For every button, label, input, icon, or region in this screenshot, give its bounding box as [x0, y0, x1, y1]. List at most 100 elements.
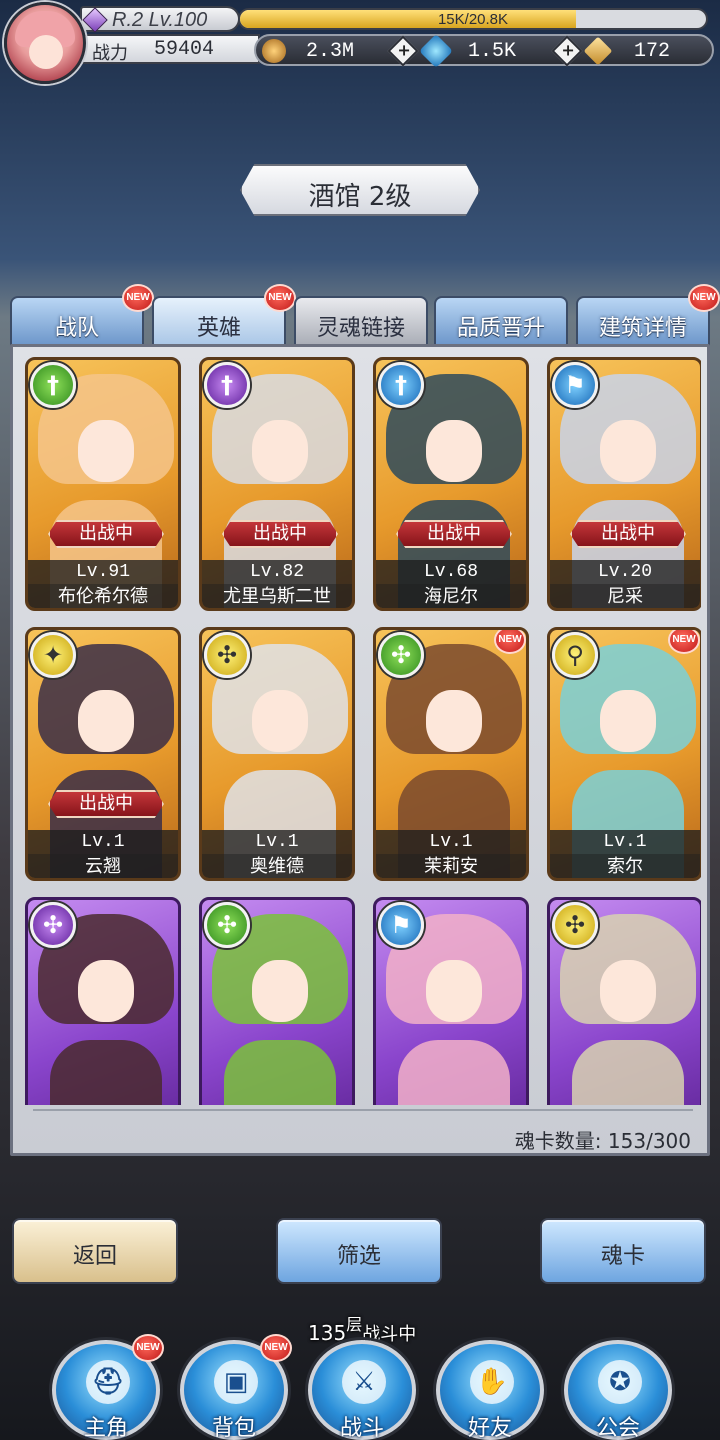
hero-portrait-face	[600, 690, 656, 752]
hero-portrait-face	[426, 420, 482, 482]
floor-unit: 层	[346, 1315, 363, 1334]
nav-label: 背包	[211, 1416, 256, 1440]
new-badge: NEW	[494, 630, 526, 654]
hero-card[interactable]: ✣	[547, 897, 701, 1105]
guild-crest-icon: ✪	[598, 1360, 642, 1404]
hero-portrait-face	[252, 690, 308, 752]
hero-portrait-body	[398, 1040, 510, 1105]
player-avatar[interactable]	[4, 2, 86, 84]
hero-card[interactable]: ✣ NEW Lv.1 茉莉安	[373, 627, 529, 881]
nav-label: 主角	[83, 1416, 128, 1440]
deployed-status: 出战中	[570, 520, 686, 548]
hero-level: Lv.82	[202, 560, 352, 584]
nav-guild[interactable]: ✪ 公会	[564, 1340, 672, 1440]
nav-friends[interactable]: ✋ 好友	[436, 1340, 544, 1440]
sword-icon: †	[378, 362, 424, 408]
hero-card[interactable]: ✦ 出战中 Lv.1 云翘	[25, 627, 181, 881]
shuriken-icon: ✣	[204, 902, 250, 948]
hero-portrait-face	[78, 420, 134, 482]
currency-gem: 1.5K	[419, 34, 544, 68]
hero-level: Lv.91	[28, 560, 178, 584]
add-gold-button[interactable]: +	[387, 35, 419, 67]
sword-icon: †	[204, 362, 250, 408]
nav-battle[interactable]: ⚔ 战斗	[308, 1340, 416, 1440]
tab-label: 灵魂链接	[316, 316, 405, 341]
hero-name: 尤里乌斯二世	[202, 584, 352, 608]
exp-bar: 15K/20.8K	[238, 8, 708, 30]
shuriken-icon: ✣	[378, 632, 424, 678]
gem-icon	[419, 34, 453, 68]
backpack-icon: ▣	[214, 1360, 258, 1404]
hero-card[interactable]: ✣	[25, 897, 181, 1105]
shuriken-icon: ✣	[30, 902, 76, 948]
hero-card[interactable]: ✣ Lv.1 奥维德	[199, 627, 355, 881]
tab-soul-link[interactable]: 灵魂链接	[294, 296, 428, 346]
hero-level: Lv.68	[376, 560, 526, 584]
hero-card[interactable]: ✣	[199, 897, 355, 1105]
new-badge: NEW	[688, 284, 720, 312]
rank-level: R.2 Lv.100	[80, 6, 240, 33]
power-display: 战力 59404	[80, 34, 260, 64]
hero-card[interactable]: † 出战中 Lv.82 尤里乌斯二世	[199, 357, 355, 611]
rank-gem-icon	[82, 7, 108, 33]
back-button[interactable]: 返回	[12, 1218, 178, 1284]
flag-icon: ⚑	[552, 362, 598, 408]
hero-card[interactable]: ⚑ 出战中 Lv.20 尼采	[547, 357, 701, 611]
nav-label: 战斗	[339, 1416, 384, 1440]
hero-portrait-face	[426, 690, 482, 752]
banner-title: 酒馆 2级	[308, 182, 412, 212]
hero-name: 奥维德	[202, 854, 352, 878]
hero-panel: † 出战中 Lv.91 布伦希尔德 † 出战中 Lv.82 尤里乌斯二世 † 出战中 Lv.68 海尼…	[10, 344, 710, 1156]
filter-button[interactable]: 筛选	[276, 1218, 442, 1284]
hero-card[interactable]: † 出战中 Lv.68 海尼尔	[373, 357, 529, 611]
wings-icon: ✦	[30, 632, 76, 678]
hero-portrait-face	[78, 960, 134, 1022]
gem-value: 1.5K	[468, 40, 517, 63]
gold-coin-icon	[262, 39, 286, 63]
soul-card-button-label: 魂卡	[600, 1244, 645, 1269]
new-badge: NEW	[122, 284, 154, 312]
deployed-status: 出战中	[222, 520, 338, 548]
crystal-value: 172	[634, 40, 671, 63]
flag-icon: ⚑	[378, 902, 424, 948]
shuriken-icon: ✣	[552, 902, 598, 948]
currency-gold: 2.3M	[262, 38, 382, 64]
sword-icon: †	[30, 362, 76, 408]
hero-card[interactable]: † 出战中 Lv.91 布伦希尔德	[25, 357, 181, 611]
tab-quality-upgrade[interactable]: 品质晋升	[434, 296, 568, 346]
new-badge: NEW	[132, 1334, 164, 1362]
currency-bar: 2.3M + 1.5K + 172	[254, 34, 714, 68]
rank-text: R.2 Lv.100	[112, 9, 208, 31]
deployed-status: 出战中	[48, 520, 164, 548]
soul-card-count: 魂卡数量: 153/300	[514, 1129, 691, 1153]
hero-card[interactable]: ⚑	[373, 897, 529, 1105]
crystal-icon	[583, 36, 613, 66]
new-badge: NEW	[260, 1334, 292, 1362]
hero-level: Lv.1	[202, 830, 352, 854]
nav-label: 公会	[595, 1416, 640, 1440]
hero-level: Lv.1	[28, 830, 178, 854]
avatar-face	[29, 35, 63, 69]
hero-level: Lv.1	[376, 830, 526, 854]
hero-portrait-face	[600, 960, 656, 1022]
power-label: 战力	[92, 43, 128, 64]
filter-button-label: 筛选	[336, 1244, 381, 1269]
hero-card[interactable]: ⚲ NEW Lv.1 索尔	[547, 627, 701, 881]
hero-card-grid[interactable]: † 出战中 Lv.91 布伦希尔德 † 出战中 Lv.82 尤里乌斯二世 † 出战中 Lv.68 海尼…	[25, 357, 701, 1105]
panel-divider	[33, 1109, 693, 1111]
hero-name: 海尼尔	[376, 584, 526, 608]
add-gem-button[interactable]: +	[551, 35, 583, 67]
hero-name: 布伦希尔德	[28, 584, 178, 608]
soul-card-button[interactable]: 魂卡	[540, 1218, 706, 1284]
deployed-status: 出战中	[396, 520, 512, 548]
hero-name: 云翘	[28, 854, 178, 878]
top-status-bar: R.2 Lv.100 15K/20.8K 战力 59404 2.3M + 1.5…	[0, 0, 720, 84]
hero-name: 索尔	[550, 854, 700, 878]
hero-portrait-face	[252, 420, 308, 482]
helmet-icon: ⛑	[86, 1360, 130, 1404]
nav-bag[interactable]: ▣ 背包 NEW	[180, 1334, 292, 1440]
hero-portrait-body	[224, 1040, 336, 1105]
hero-portrait-face	[252, 960, 308, 1022]
deployed-status: 出战中	[48, 790, 164, 818]
nav-hero[interactable]: ⛑ 主角 NEW	[52, 1334, 164, 1440]
